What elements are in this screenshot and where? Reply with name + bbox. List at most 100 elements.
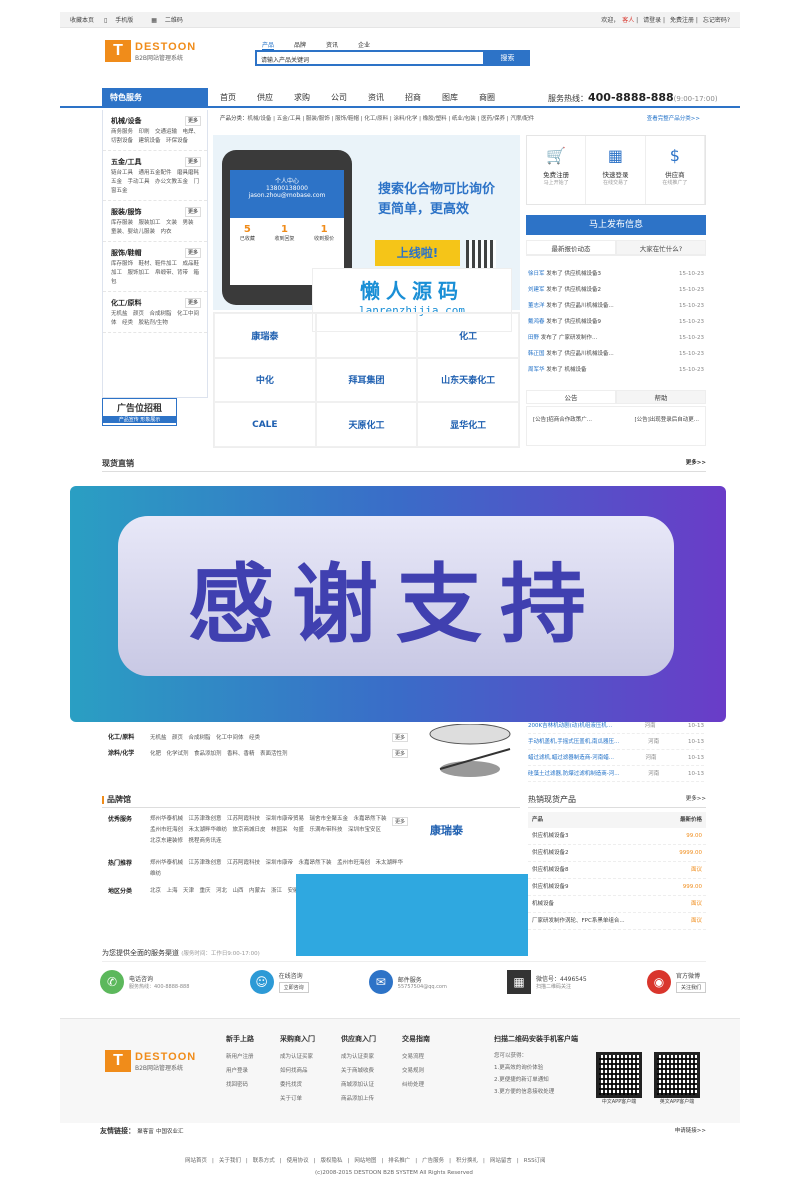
- brand-logo[interactable]: [315, 313, 418, 358]
- more-button[interactable]: 更多: [184, 207, 201, 217]
- consult-button[interactable]: 立即咨询: [278, 982, 309, 993]
- footer-link[interactable]: 找回密码: [226, 1078, 254, 1092]
- search-tab-news[interactable]: 资讯: [326, 40, 338, 50]
- more-link[interactable]: 更多>>: [686, 794, 706, 802]
- feed-user[interactable]: 戴鸿春: [528, 319, 545, 325]
- bottom-link[interactable]: 联系方式: [253, 1158, 275, 1164]
- table-row[interactable]: 供应机械设备2 9999.00: [528, 845, 706, 862]
- brand-logo[interactable]: 拜耳集团: [315, 357, 418, 403]
- mobile-link[interactable]: ▯ 手机版: [104, 17, 141, 24]
- service-online[interactable]: ☺ 在线咨询 立即咨询: [249, 970, 309, 994]
- tab-notice[interactable]: 公告: [526, 390, 616, 404]
- nav-purchase[interactable]: 求购: [294, 88, 331, 108]
- footer-link[interactable]: 交易流程: [402, 1050, 430, 1064]
- row-title[interactable]: 涂料/化学: [108, 746, 150, 762]
- more-button[interactable]: 更多: [391, 749, 408, 758]
- tab-whats-busy[interactable]: 大家在忙什么?: [616, 240, 706, 255]
- brandhall-logo[interactable]: 康瑞泰: [430, 822, 463, 838]
- more-button[interactable]: 更多: [391, 817, 408, 826]
- brand-logo[interactable]: 康瑞泰: [214, 313, 316, 358]
- list-item[interactable]: 刘建军 发布了 供应机械设备2 15-10-23: [528, 282, 704, 298]
- friend-link[interactable]: 聚客富: [137, 1129, 154, 1135]
- sidebar-cat-items[interactable]: 无机盐 颜页 合成树脂 化工中间体 经类 胶粘剂/生物: [111, 310, 201, 328]
- list-item[interactable]: 田野 发布了 广家研发制作... 15-10-23: [528, 330, 704, 346]
- footer-link[interactable]: 关于订单: [280, 1092, 315, 1106]
- bottom-link[interactable]: 版权隐私: [321, 1158, 343, 1164]
- search-tab-product[interactable]: 产品: [262, 40, 275, 50]
- bottom-link[interactable]: 积分换礼: [456, 1158, 478, 1164]
- feed-user[interactable]: 韩正国: [528, 351, 545, 357]
- nav-supply[interactable]: 供应: [257, 88, 294, 108]
- qr-en[interactable]: 英文APP客户端: [654, 1052, 700, 1105]
- list-item[interactable]: 徐日军 发布了 供应机械设备3 15-10-23: [528, 266, 704, 282]
- sidebar-cat-items[interactable]: 库存服装 服装加工 文装 男装 童装、婴幼儿服装 内衣: [111, 219, 201, 237]
- service-weibo[interactable]: ◉ 官方微博 关注我们: [646, 970, 706, 994]
- more-button[interactable]: 更多: [184, 157, 201, 167]
- notice-item[interactable]: [公告]招商合作政策广...: [533, 415, 592, 437]
- featured-services-tab[interactable]: 特色服务: [102, 88, 208, 108]
- more-button[interactable]: 更多: [184, 248, 201, 258]
- quick-supplier[interactable]: $ 供应商 在线推广了: [646, 136, 705, 204]
- bookmark-link[interactable]: 收藏本页: [70, 17, 94, 24]
- nav-circle[interactable]: 商圈: [479, 88, 516, 108]
- more-button[interactable]: 更多: [184, 116, 201, 126]
- table-row[interactable]: 供应机械设备9 999.00: [528, 879, 706, 896]
- nav-gallery[interactable]: 图库: [442, 88, 479, 108]
- search-button[interactable]: 搜索: [485, 50, 530, 66]
- bottom-link[interactable]: 关于我们: [219, 1158, 241, 1164]
- bottom-link[interactable]: RSS订阅: [524, 1158, 546, 1164]
- quick-register[interactable]: 🛒 免费注册 马上开始了: [527, 136, 587, 204]
- nav-company[interactable]: 公司: [331, 88, 368, 108]
- footer-link[interactable]: 纠纷处理: [402, 1078, 430, 1092]
- more-link[interactable]: 更多>>: [686, 458, 706, 466]
- footer-link[interactable]: 商城添加认证: [341, 1078, 376, 1092]
- brand-logo[interactable]: 显华化工: [417, 402, 519, 447]
- row-title[interactable]: 化工/原料: [108, 730, 150, 746]
- table-row[interactable]: 机械设备 面议: [528, 896, 706, 913]
- apply-link[interactable]: 申请链接>>: [675, 1126, 706, 1136]
- table-row[interactable]: 供应机械设备8 面议: [528, 862, 706, 879]
- product-image[interactable]: [420, 723, 520, 784]
- list-item[interactable]: 手动机盖机,手摇式压盖机,南瓜器压... 河南 10-13: [528, 734, 704, 750]
- brand-logo[interactable]: CALE: [214, 402, 316, 447]
- feed-user[interactable]: 董志洋: [528, 303, 545, 309]
- quick-login[interactable]: ▦ 快速登录 在线交易了: [586, 136, 646, 204]
- footer-link[interactable]: 成为认证买家: [280, 1050, 315, 1064]
- nav-invest[interactable]: 招商: [405, 88, 442, 108]
- list-item[interactable]: 董志洋 发布了 供应晶川机械设备... 15-10-23: [528, 298, 704, 314]
- list-item[interactable]: 蜡过滤机,蜡过滤器制造商-河南蜡... 河南 10-13: [528, 750, 704, 766]
- footer-link[interactable]: 如何找商品: [280, 1064, 315, 1078]
- register-link[interactable]: 免费注册: [670, 17, 694, 24]
- qrcode-link[interactable]: ▦ 二维码: [151, 17, 191, 24]
- table-row[interactable]: 供应机械设备3 99.00: [528, 828, 706, 845]
- search-tab-company[interactable]: 企业: [358, 40, 370, 50]
- follow-button[interactable]: 关注我们: [675, 982, 706, 993]
- brand-logo[interactable]: 中化: [214, 357, 316, 403]
- service-wechat[interactable]: ▦ 微信号：4496545 扫描二维码关注: [507, 970, 587, 994]
- sidebar-cat-title[interactable]: 服饰/鞋帽: [111, 248, 142, 258]
- footer-logo[interactable]: T DESTOON B2B网站管理系统: [105, 1050, 196, 1072]
- search-input[interactable]: 请输入产品关键词: [255, 50, 485, 66]
- table-row[interactable]: 厂家研发制作涡轮、FPC系黑单组合... 面议: [528, 913, 706, 930]
- footer-link[interactable]: 交易规则: [402, 1064, 430, 1078]
- feed-user[interactable]: 徐日军: [528, 271, 545, 277]
- feed-user[interactable]: 田野: [528, 335, 539, 341]
- footer-link[interactable]: 委托找货: [280, 1078, 315, 1092]
- sidebar-cat-items[interactable]: 商务服务 印刷 交通运输 电焊、切割设备 建筑设备 环保设备: [111, 128, 201, 146]
- categories-list[interactable]: 机械/设备 | 五金/工具 | 服装/服饰 | 服饰/鞋帽 | 化工/原料 | …: [248, 116, 535, 122]
- brand-logo[interactable]: 天原化工: [315, 402, 418, 447]
- tab-latest-quotes[interactable]: 最新报价动态: [526, 240, 616, 255]
- list-item[interactable]: 韩正国 发布了 供应晶川机械设备... 15-10-23: [528, 346, 704, 362]
- service-email[interactable]: ✉ 邮件服务 55757504@qq.com: [368, 970, 447, 994]
- row-items[interactable]: 化肥 化学试剂 食品添加剂 香料、香精 表面活性剂: [150, 746, 392, 762]
- sidebar-cat-title[interactable]: 机械/设备: [111, 116, 142, 126]
- sidebar-cat-title[interactable]: 化工/原料: [111, 298, 142, 308]
- qr-cn[interactable]: 中文APP客户端: [596, 1052, 642, 1105]
- footer-link[interactable]: 新用户注册: [226, 1050, 254, 1064]
- tab-help[interactable]: 帮助: [616, 390, 706, 404]
- row-items[interactable]: 无机盐 颜页 合成树脂 化工中间体 经类: [150, 730, 392, 746]
- nav-home[interactable]: 首页: [220, 88, 257, 108]
- forgot-link[interactable]: 忘记密码?: [703, 17, 730, 24]
- service-phone[interactable]: ✆ 电话咨询 服务热线：400-8888-888: [100, 970, 189, 994]
- categories-more-link[interactable]: 查看完整产品分类>>: [647, 114, 700, 122]
